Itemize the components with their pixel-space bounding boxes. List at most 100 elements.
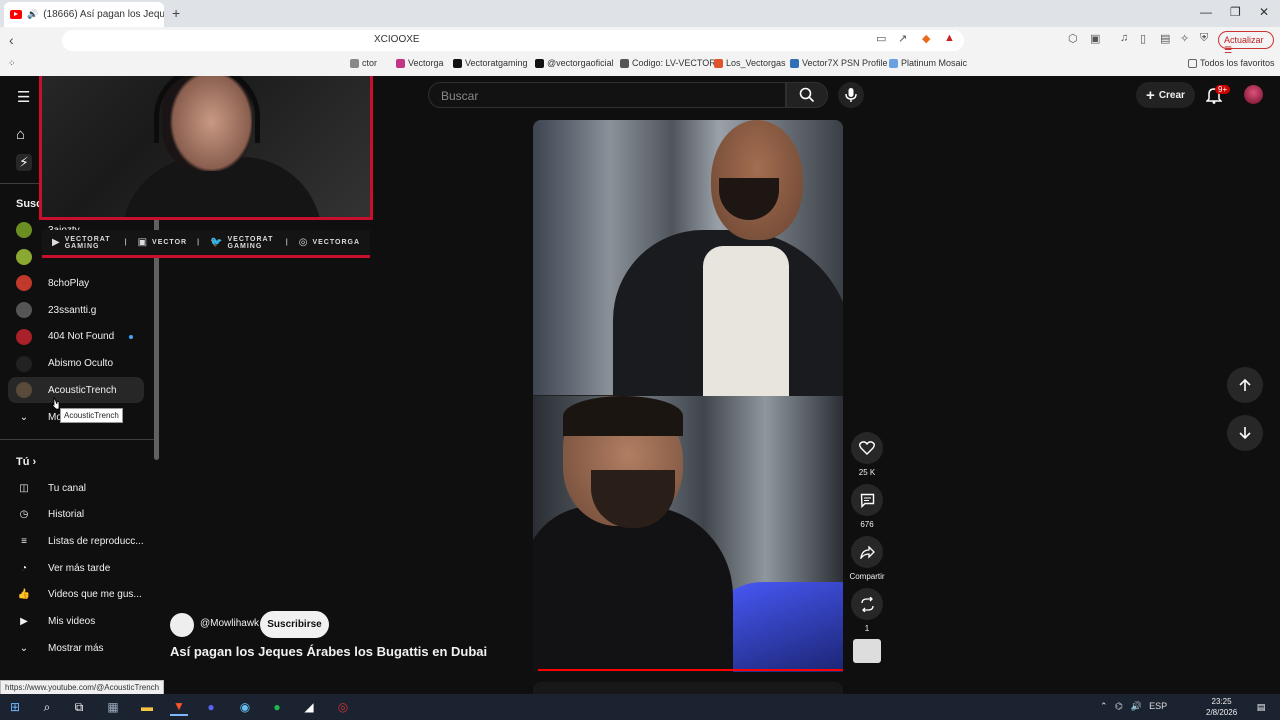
my-videos-icon: ▶ bbox=[20, 616, 28, 627]
social-links-overlay: ▶ VECTORAT GAMING | ▣ VECTOR | 🐦 VECTORAT GAMIN… bbox=[42, 230, 370, 258]
you-heading[interactable]: Tú › bbox=[16, 456, 36, 468]
file-explorer-icon[interactable]: ▬ bbox=[138, 698, 156, 716]
bookmark-label: @vectorgaoficial bbox=[547, 58, 614, 68]
you-item[interactable]: 👍 Videos que me gus... bbox=[8, 582, 144, 608]
extensions-icon[interactable]: ⬡ bbox=[1068, 32, 1078, 45]
language-indicator[interactable]: ESP bbox=[1149, 701, 1167, 711]
brave-shield-icon[interactable]: ◆ bbox=[922, 32, 930, 45]
update-button[interactable]: Actualizar ☰ bbox=[1218, 31, 1274, 55]
bookmark-item[interactable]: Platinum Mosaic bbox=[889, 58, 967, 68]
all-favorites[interactable]: Todos los favoritos bbox=[1188, 58, 1275, 68]
brave-browser-icon[interactable]: ▼ bbox=[170, 698, 188, 716]
bookmark-item[interactable]: Vector7X PSN Profile bbox=[790, 58, 888, 68]
home-icon[interactable]: ⌂ bbox=[16, 126, 25, 143]
clock[interactable]: 23:25 2/8/2026 bbox=[1206, 696, 1237, 718]
bookmark-item[interactable]: Vectorga bbox=[396, 58, 444, 68]
bookmark-item[interactable]: ctor bbox=[350, 58, 377, 68]
task-view-icon[interactable]: ⧉ bbox=[70, 698, 88, 716]
bookmark-label: ctor bbox=[362, 58, 378, 68]
channel-avatar bbox=[16, 248, 32, 265]
bookmark-item[interactable]: @vectorgaoficial bbox=[535, 58, 614, 68]
like-button[interactable]: 25 K bbox=[850, 432, 884, 477]
you-item-label: Ver más tarde bbox=[48, 562, 111, 574]
share-icon[interactable]: ↗ bbox=[898, 32, 907, 45]
audio-source-thumbnail[interactable] bbox=[853, 639, 881, 663]
previous-short-button[interactable] bbox=[1227, 367, 1263, 403]
comments-button[interactable]: 676 bbox=[850, 484, 884, 529]
social-link: ◎ VECTORGA bbox=[289, 237, 370, 248]
subscription-item[interactable]: AcousticTrench bbox=[8, 377, 144, 404]
subscribe-button[interactable]: Suscribirse bbox=[260, 611, 329, 638]
notifications-icon[interactable]: ▤ bbox=[1252, 698, 1270, 716]
subscription-item[interactable]: Abismo Oculto bbox=[8, 351, 144, 377]
new-tab-button[interactable]: + bbox=[172, 5, 180, 21]
subscription-item[interactable]: 404 Not Found bbox=[8, 324, 144, 350]
ai-icon[interactable]: ✧ bbox=[1180, 32, 1189, 45]
you-item[interactable]: ◔ Ver más tarde bbox=[8, 555, 144, 581]
minimize-icon[interactable]: — bbox=[1200, 5, 1212, 19]
bookmark-item[interactable]: Los_Vectorgas bbox=[714, 58, 786, 68]
channel-avatar[interactable] bbox=[170, 613, 194, 637]
window-close-icon[interactable]: ✕ bbox=[1259, 5, 1269, 19]
app-icon[interactable]: ▦ bbox=[104, 698, 122, 716]
voice-search-button[interactable] bbox=[838, 82, 864, 108]
reading-list-icon[interactable]: ▤ bbox=[1160, 32, 1170, 45]
bookmark-item[interactable]: Codigo: LV-VECTOR bbox=[620, 58, 716, 68]
next-short-button[interactable] bbox=[1227, 415, 1263, 451]
channel-avatar-wrap bbox=[16, 355, 32, 372]
avatar[interactable] bbox=[1244, 85, 1263, 104]
chevron-up-icon[interactable]: ⌃ bbox=[1100, 701, 1108, 711]
create-button[interactable]: + Crear bbox=[1136, 82, 1195, 108]
channel-icon: ◫ bbox=[19, 482, 29, 494]
bookmark-favicon-icon bbox=[889, 58, 898, 68]
subscription-item[interactable]: 8choPlay bbox=[8, 270, 144, 296]
social-link: 🐦 VECTORAT GAMING bbox=[200, 236, 286, 250]
media-icon[interactable]: ♫ bbox=[1120, 32, 1128, 44]
vpn-icon[interactable]: ⛨ bbox=[1200, 32, 1208, 45]
you-item[interactable]: ◷ Historial bbox=[8, 502, 144, 528]
you-item[interactable]: ⌄ Mostrar más bbox=[8, 635, 144, 661]
network-icon[interactable]: ⌬ bbox=[1115, 701, 1123, 711]
share-arrow-icon bbox=[859, 545, 875, 559]
sidebar-icon[interactable]: ▯ bbox=[1140, 32, 1146, 45]
next-short-preview[interactable] bbox=[533, 682, 843, 694]
bookmark-favicon-icon bbox=[714, 58, 723, 68]
share-button[interactable]: Compartir bbox=[846, 536, 888, 581]
youtube-favicon-icon bbox=[10, 10, 22, 19]
you-item[interactable]: ≡ Listas de reproducc... bbox=[8, 528, 144, 554]
search-input[interactable]: Buscar bbox=[428, 82, 786, 108]
shorts-icon[interactable]: ⚡ bbox=[16, 154, 32, 171]
headset bbox=[154, 76, 260, 143]
hamburger-menu-icon[interactable]: ☰ bbox=[17, 88, 30, 106]
playlists-icon: ≡ bbox=[21, 535, 27, 547]
bookmark-item[interactable]: Vectoratgaming bbox=[453, 58, 528, 68]
address-bar[interactable]: XCIOOXE bbox=[62, 30, 964, 51]
obs-icon[interactable]: ◎ bbox=[334, 698, 352, 716]
social-link: ▶ VECTORAT GAMING bbox=[42, 236, 125, 250]
windows-start-icon[interactable]: ⊞ bbox=[6, 698, 24, 716]
discord-icon[interactable]: ● bbox=[202, 698, 220, 716]
short-video-player[interactable] bbox=[533, 120, 843, 672]
screen-cast-icon[interactable]: ▭ bbox=[876, 32, 886, 45]
remix-button[interactable]: 1 bbox=[850, 588, 884, 633]
you-item[interactable]: ▶ Mis videos bbox=[8, 609, 144, 635]
tab-youtube[interactable]: 🔊 (18666) Así pagan los Jeques ✕ bbox=[4, 2, 164, 27]
tab-manager-icon[interactable]: ▣ bbox=[1090, 32, 1100, 45]
new-content-dot bbox=[129, 334, 133, 339]
brave-rewards-icon[interactable]: ▲ bbox=[944, 32, 955, 44]
channel-avatar-wrap bbox=[16, 275, 32, 292]
video-progress-bar[interactable] bbox=[538, 669, 843, 671]
back-icon[interactable]: ‹ bbox=[9, 32, 14, 48]
steam-icon[interactable]: ◉ bbox=[236, 698, 254, 716]
search-icon[interactable]: ⌕ bbox=[38, 698, 56, 716]
spotify-icon[interactable]: ● bbox=[268, 698, 286, 716]
subscription-item[interactable]: 23ssantti.g bbox=[8, 297, 144, 323]
maximize-icon[interactable]: ❐ bbox=[1230, 5, 1241, 19]
channel-handle[interactable]: @Mowlihawk bbox=[200, 618, 259, 629]
search-button[interactable] bbox=[786, 82, 828, 108]
man-in-black bbox=[533, 396, 843, 672]
app-icon[interactable]: ◢ bbox=[300, 698, 318, 716]
you-item[interactable]: ◫ Tu canal bbox=[8, 475, 144, 501]
volume-icon[interactable]: 🔊 bbox=[1130, 701, 1141, 711]
apps-icon[interactable]: ⁘ bbox=[8, 58, 16, 69]
